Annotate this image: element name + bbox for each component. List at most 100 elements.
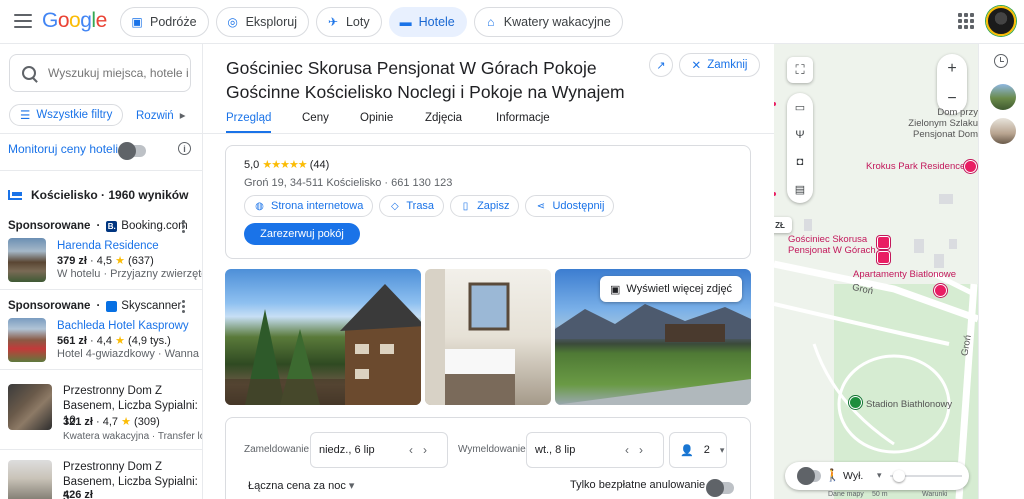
close-button[interactable]: ✕ Zamknij <box>679 53 760 77</box>
tab-ceny[interactable]: Ceny <box>302 112 329 124</box>
hotel-thumbnail[interactable] <box>8 318 46 362</box>
hotel-detail-panel: Gościniec Skorusa Pensjonat W Górach Pok… <box>203 44 774 499</box>
map-scale: 50 m <box>872 491 888 498</box>
menu-icon[interactable] <box>14 14 32 28</box>
map-view[interactable]: ⛶ ▭ Ψ ◘ ▤ + − ZŁ Dom przy Zielonym Szlak… <box>774 44 978 499</box>
hotel-photo-room[interactable] <box>425 269 551 405</box>
map-label-hotel[interactable]: Krokus Park Residence <box>866 161 965 172</box>
google-logo[interactable]: Google <box>42 9 107 33</box>
stadium-pin-icon[interactable] <box>849 396 862 409</box>
zoom-out-icon[interactable]: − <box>947 90 956 108</box>
globe-icon: ◍ <box>255 200 264 212</box>
zoom-slider-handle[interactable] <box>893 470 905 482</box>
currency-badge[interactable]: ZŁ <box>774 217 792 233</box>
checkin-date-field[interactable]: niedz., 6 lip ‹› <box>310 432 448 468</box>
price-monitor-toggle[interactable] <box>118 142 146 160</box>
date-nav-chevrons-icon[interactable]: ‹› <box>409 443 437 457</box>
selected-hotel-pin-icon[interactable] <box>877 236 890 249</box>
hotel-thumbnail[interactable] <box>8 460 52 499</box>
map-label[interactable]: Dom przy Zielonym Szlaku Pensjonat Dom <box>904 107 978 140</box>
search-input[interactable] <box>48 66 188 80</box>
hotel-thumbnail[interactable] <box>8 238 46 282</box>
price-type-dropdown[interactable]: Łączna cena za noc <box>248 479 354 492</box>
hotel-thumbnail[interactable] <box>8 384 52 430</box>
history-icon[interactable] <box>994 54 1008 68</box>
hotel-pin-icon[interactable] <box>877 251 890 264</box>
share-button[interactable]: ⋖ Udostępnij <box>525 195 615 217</box>
star-rating-icon: ★★★★★ <box>262 159 307 171</box>
guests-selector[interactable]: 👤 2 ▾ <box>669 432 727 468</box>
travel-nav-chips: ▣ Podróże ◎ Eksploruj ✈ Loty ▬ Hotele ⌂ Kwate… <box>120 7 623 37</box>
chip-kwatery-wakacyjne[interactable]: ⌂ Kwatery wakacyjne <box>473 7 623 37</box>
directions-button[interactable]: ◇ Trasa <box>379 195 445 217</box>
bed-icon: ▬ <box>399 15 412 29</box>
shopping-icon[interactable]: ▤ <box>795 183 805 196</box>
star-icon: ★ <box>115 255 125 267</box>
more-options-icon[interactable] <box>182 300 185 313</box>
hotel-price-rating: 321 zł · 4,7 ★ (309) <box>63 416 160 428</box>
website-button[interactable]: ◍ Strona internetowa <box>244 195 374 217</box>
recent-rail <box>978 44 1024 499</box>
open-in-new-icon[interactable]: ↗ <box>649 53 673 77</box>
layer-toggle[interactable] <box>797 467 821 485</box>
tab-przeglad[interactable]: Przegląd <box>226 112 272 133</box>
hotel-pin-icon[interactable] <box>934 284 947 297</box>
recent-place-thumbnail[interactable] <box>990 84 1016 110</box>
provider-booking: B. Booking.com <box>106 220 188 232</box>
tab-informacje[interactable]: Informacje <box>496 112 550 124</box>
map-layers-toolbar: ▭ Ψ ◘ ▤ <box>787 93 813 203</box>
chip-podroze[interactable]: ▣ Podróże <box>120 7 209 37</box>
rating-summary: 5,0 ★★★★★ (44) <box>244 159 330 171</box>
filter-sliders-icon: ☰ <box>20 110 31 122</box>
info-icon[interactable]: i <box>178 142 191 155</box>
recent-place-thumbnail[interactable] <box>990 118 1016 144</box>
apps-grid-icon[interactable] <box>958 13 974 29</box>
transit-icon[interactable]: ▭ <box>795 101 805 114</box>
hotel-description: W hotelu · Przyjazny zwierzętom <box>57 268 203 280</box>
photo-library-icon: ▣ <box>610 283 621 296</box>
results-panel: ☰ Wszystkie filtry Rozwiń Monitoruj ceny… <box>0 44 203 499</box>
account-avatar[interactable] <box>986 6 1016 36</box>
date-nav-chevrons-icon[interactable]: ‹› <box>625 443 653 457</box>
search-box[interactable] <box>9 54 191 92</box>
search-icon <box>22 66 36 80</box>
hotel-name-link[interactable]: Harenda Residence <box>57 240 159 252</box>
terms-link[interactable]: Warunki <box>922 491 947 498</box>
explore-icon: ◎ <box>227 15 238 29</box>
provider-skyscanner: Skyscanner <box>106 300 181 312</box>
hotel-pin-icon[interactable] <box>964 160 977 173</box>
save-button[interactable]: ▯ Zapisz <box>450 195 520 217</box>
zoom-in-icon[interactable]: + <box>947 60 956 78</box>
expand-button[interactable]: Rozwiń <box>136 108 186 122</box>
zoom-controls: + − <box>937 54 967 114</box>
chip-hotele[interactable]: ▬ Hotele <box>388 7 467 37</box>
restaurant-icon[interactable]: Ψ <box>795 129 804 141</box>
walking-person-icon: 🚶 <box>825 468 840 482</box>
checkout-date-field[interactable]: wt., 8 lip ‹› <box>526 432 664 468</box>
free-cancel-toggle[interactable] <box>706 479 734 497</box>
dropdown-arrow-icon[interactable]: ▾ <box>877 470 882 481</box>
more-photos-button[interactable]: ▣ Wyświetl więcej zdjęć <box>600 276 743 302</box>
map-label-selected-hotel[interactable]: Gościniec Skorusa Pensjonat W Górach... <box>788 234 884 256</box>
more-options-icon[interactable] <box>182 220 185 233</box>
map-data-link[interactable]: Dane mapy <box>828 491 864 498</box>
all-filters-button[interactable]: ☰ Wszystkie filtry <box>9 104 124 126</box>
reserve-room-button[interactable]: Zarezerwuj pokój <box>244 223 360 245</box>
action-buttons: ◍ Strona internetowa ◇ Trasa ▯ Zapisz ⋖ Udos… <box>244 195 615 217</box>
hotel-photo-main[interactable] <box>225 269 421 405</box>
tab-opinie[interactable]: Opinie <box>360 112 393 124</box>
dropdown-arrow-icon: ▾ <box>719 444 725 455</box>
bookmark-icon: ▯ <box>462 200 469 212</box>
hotel-name-link[interactable]: Bachleda Hotel Kasprowy <box>57 320 189 332</box>
chip-loty[interactable]: ✈ Loty <box>315 7 382 37</box>
detail-tabs: Przegląd Ceny Opinie Zdjęcia Informacje <box>203 110 774 134</box>
map-label-stadium[interactable]: Stadion Biathlonowy <box>866 399 952 410</box>
attraction-icon[interactable]: ◘ <box>797 156 804 168</box>
hotel-description: Hotel 4-gwiazdkowy · Wanna z hydromasaże… <box>57 348 202 360</box>
map-label-hotel[interactable]: Apartamenty Biatlonowe <box>853 269 956 280</box>
tab-zdjecia[interactable]: Zdjęcia <box>425 112 462 124</box>
overview-card: 5,0 ★★★★★ (44) Groń 19, 34-511 Kościelis… <box>225 145 751 259</box>
fullscreen-icon[interactable]: ⛶ <box>787 57 813 83</box>
checkin-label: Zameldowanie <box>244 444 310 455</box>
chip-eksploruj[interactable]: ◎ Eksploruj <box>215 7 309 37</box>
